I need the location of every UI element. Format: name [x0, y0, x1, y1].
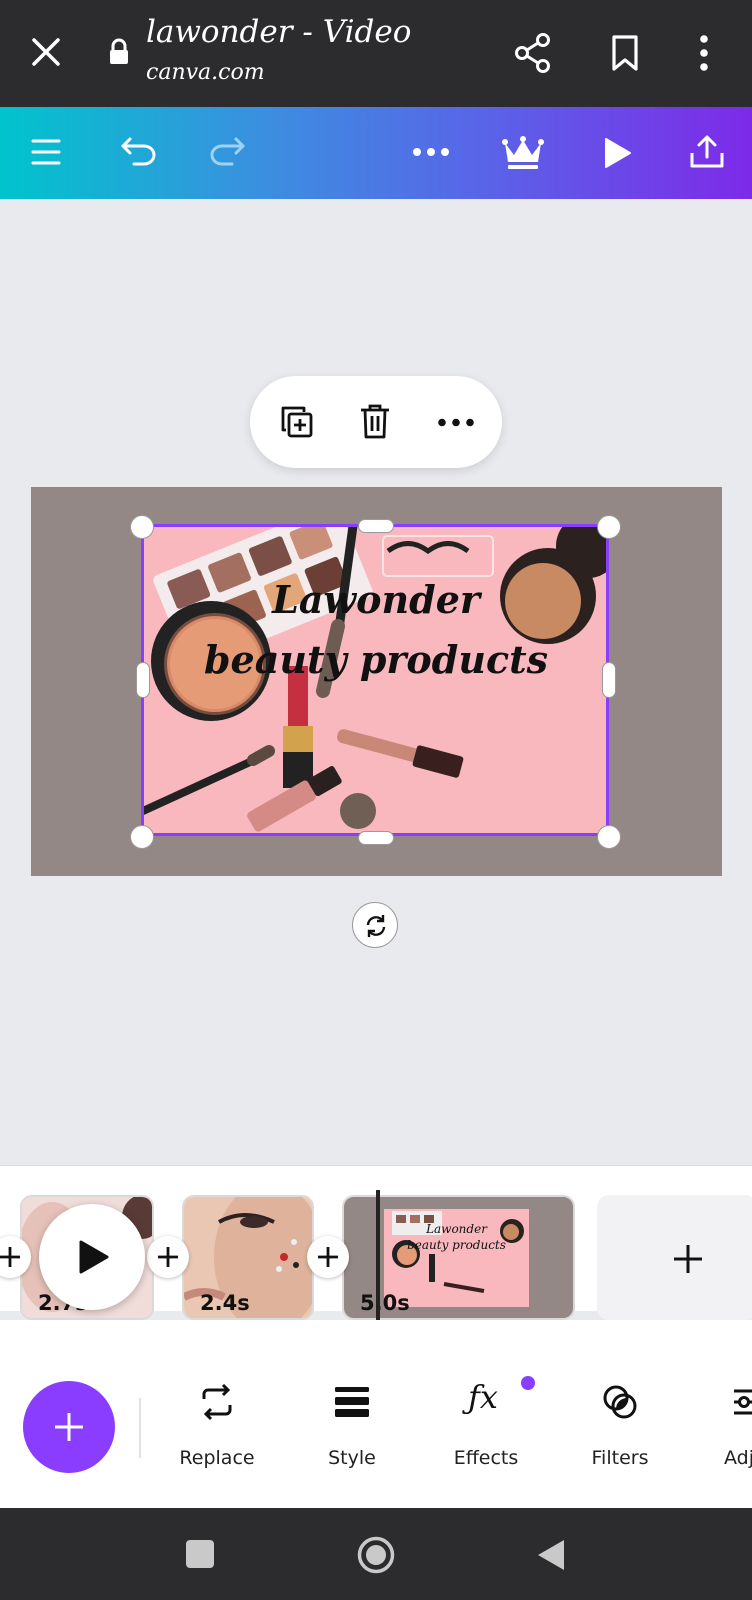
crown-icon[interactable]	[502, 135, 544, 171]
redo-icon[interactable]	[208, 135, 246, 167]
tool-label: Filters	[591, 1447, 649, 1469]
tool-label: Effects	[453, 1447, 519, 1469]
replace-icon	[202, 1383, 232, 1421]
close-icon[interactable]	[30, 36, 62, 68]
playhead[interactable]	[376, 1190, 380, 1327]
browser-bar: lawonder - Video canva.com	[0, 0, 752, 107]
page-title: lawonder - Video	[146, 14, 412, 50]
rotate-icon	[366, 915, 386, 937]
effects-icon: ƒx	[468, 1378, 498, 1416]
resize-handle-bottom-right[interactable]	[597, 825, 621, 849]
timeline-clip-2[interactable]: 2.4s	[182, 1195, 314, 1320]
adjust-icon	[734, 1389, 752, 1415]
timeline-play-button[interactable]	[39, 1204, 145, 1310]
tool-adjust[interactable]: Adj	[690, 1378, 752, 1474]
add-element-button[interactable]	[23, 1381, 115, 1473]
system-nav-bar	[0, 1508, 752, 1600]
plus-icon	[55, 1413, 83, 1441]
recents-button[interactable]	[186, 1540, 214, 1568]
play-icon[interactable]	[603, 136, 633, 170]
thumb-line-2: beauty products	[407, 1238, 506, 1252]
add-transition-button[interactable]	[307, 1236, 349, 1278]
tool-effects[interactable]: ƒx Effects	[421, 1376, 551, 1474]
thumb-line-1: Lawonder	[426, 1222, 487, 1236]
resize-handle-bottom-left[interactable]	[130, 825, 154, 849]
lock-icon	[110, 38, 128, 64]
undo-icon[interactable]	[120, 135, 158, 167]
element-context-menu	[250, 376, 502, 468]
add-clip-button[interactable]	[597, 1195, 752, 1320]
selection-box	[141, 524, 609, 836]
menu-icon[interactable]	[30, 137, 62, 167]
tool-filters[interactable]: Filters	[555, 1378, 685, 1474]
rotate-button[interactable]	[352, 902, 398, 948]
toolbar-divider	[139, 1398, 141, 1458]
add-transition-button[interactable]	[147, 1236, 189, 1278]
plus-icon	[158, 1247, 178, 1267]
plus-icon	[318, 1247, 338, 1267]
tool-replace[interactable]: Replace	[152, 1378, 282, 1474]
upload-icon[interactable]	[688, 133, 726, 171]
style-icon	[335, 1387, 369, 1417]
plus-icon	[674, 1245, 702, 1273]
back-button[interactable]	[536, 1538, 566, 1572]
trash-icon[interactable]	[358, 402, 392, 440]
new-badge-dot	[521, 1376, 535, 1390]
resize-handle-top-left[interactable]	[130, 515, 154, 539]
plus-icon	[0, 1247, 20, 1267]
tool-style[interactable]: Style	[287, 1378, 417, 1474]
resize-handle-left[interactable]	[136, 662, 150, 698]
more-horiz-icon[interactable]	[438, 418, 474, 427]
play-icon	[79, 1240, 109, 1274]
bookmark-icon[interactable]	[610, 34, 640, 72]
resize-handle-bottom[interactable]	[358, 831, 394, 845]
page-url: canva.com	[146, 60, 265, 85]
tool-label: Adj	[724, 1447, 752, 1469]
editor-toolbar	[0, 107, 752, 199]
share-icon[interactable]	[514, 33, 552, 73]
filters-icon	[603, 1385, 637, 1419]
clip-duration: 5.0s	[360, 1291, 410, 1315]
resize-handle-top-right[interactable]	[597, 515, 621, 539]
duplicate-icon[interactable]	[278, 404, 314, 440]
tool-label: Replace	[179, 1447, 255, 1469]
clip-duration: 2.4s	[200, 1291, 250, 1315]
more-horiz-icon[interactable]	[412, 147, 450, 157]
more-vert-icon[interactable]	[698, 34, 710, 72]
resize-handle-right[interactable]	[602, 662, 616, 698]
resize-handle-top[interactable]	[358, 519, 394, 533]
tool-label: Style	[328, 1447, 376, 1469]
home-button[interactable]	[356, 1535, 396, 1575]
